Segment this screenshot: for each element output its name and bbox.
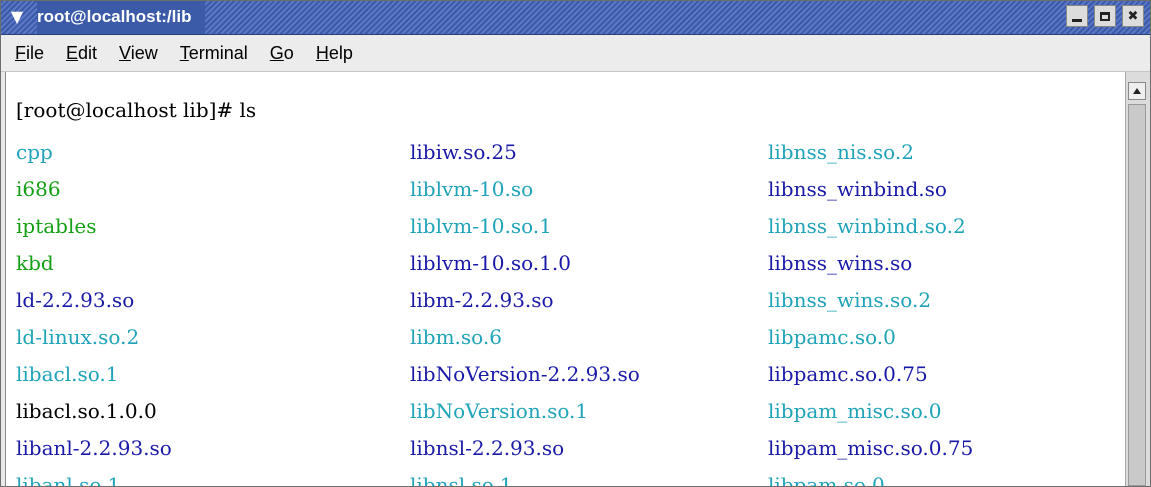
listing-entry: liblvm-10.so.1 [410, 214, 552, 238]
menu-bar: File Edit View Terminal Go Help [1, 35, 1150, 72]
menu-go-label: o [283, 42, 294, 63]
menu-terminal[interactable]: Terminal [180, 43, 248, 64]
listing-entry: libpamc.so.0.75 [768, 362, 928, 386]
vertical-scrollbar[interactable] [1125, 72, 1150, 486]
menu-edit[interactable]: Edit [66, 43, 97, 64]
listing-entry: liblvm-10.so.1.0 [410, 251, 571, 275]
listing-entry: libacl.so.1 [16, 362, 119, 386]
menu-edit-mnemonic: E [66, 42, 79, 63]
listing-entry: ld-linux.so.2 [16, 325, 140, 349]
window-title: root@localhost:/lib [37, 1, 206, 34]
listing-entry: libanl.so.1 [16, 473, 121, 486]
listing-entry: libnss_wins.so [768, 251, 913, 275]
listing-entry: libanl-2.2.93.so [16, 436, 172, 460]
listing-entry: libnss_winbind.so.2 [768, 214, 966, 238]
listing-entry: liblvm-10.so [410, 177, 534, 201]
scroll-up-arrow-icon[interactable] [1128, 82, 1146, 100]
menu-go[interactable]: Go [270, 43, 294, 64]
minimize-icon[interactable] [1066, 5, 1088, 27]
listing-entry: libm-2.2.93.so [410, 288, 554, 312]
listing-entry: cpp [16, 140, 53, 164]
listing-entry: i686 [16, 177, 61, 201]
listing-entry: libpamc.so.0 [768, 325, 896, 349]
terminal-output[interactable]: [root@localhost lib]# ls cpp i686 iptables… [5, 72, 1126, 486]
menu-view-mnemonic: V [119, 42, 131, 63]
menu-edit-label: dit [78, 42, 98, 63]
listing-entry: ld-2.2.93.so [16, 288, 135, 312]
listing-entry: iptables [16, 214, 97, 238]
listing-entry: libpam.so.0 [768, 473, 885, 486]
listing-column-1: cpp i686 iptables kbd ld-2.2.93.so ld-linux.s… [16, 134, 172, 486]
menu-file-label: ile [26, 42, 45, 63]
listing-column-2: libiw.so.25 liblvm-10.so liblvm-10.so.1 lib… [410, 134, 640, 486]
listing-entry: libiw.so.25 [410, 140, 517, 164]
menu-help[interactable]: Help [316, 43, 353, 64]
shell-prompt: [root@localhost lib]# ls [16, 98, 257, 122]
menu-terminal-mnemonic: T [179, 42, 189, 63]
menu-file[interactable]: File [15, 43, 44, 64]
terminal-window: ▼ root@localhost:/lib ✖ File Edit View T… [0, 0, 1151, 487]
menu-help-mnemonic: H [315, 42, 329, 63]
title-bar[interactable]: ▼ root@localhost:/lib ✖ [1, 1, 1150, 35]
listing-column-3: libnss_nis.so.2 libnss_winbind.so libnss_w… [768, 134, 973, 486]
window-controls: ✖ [1066, 5, 1144, 27]
listing-entry: libNoVersion-2.2.93.so [410, 362, 640, 386]
maximize-icon[interactable] [1094, 5, 1116, 27]
listing-entry: libacl.so.1.0.0 [16, 399, 157, 423]
listing-entry: libnss_winbind.so [768, 177, 947, 201]
scrollbar-thumb[interactable] [1128, 104, 1146, 486]
menu-terminal-label: erminal [188, 42, 248, 63]
listing-entry: libm.so.6 [410, 325, 502, 349]
listing-entry: libpam_misc.so.0.75 [768, 436, 974, 460]
listing-entry: libnss_wins.so.2 [768, 288, 932, 312]
listing-entry: libNoVersion.so.1 [410, 399, 589, 423]
listing-entry: kbd [16, 251, 54, 275]
listing-entry: libnss_nis.so.2 [768, 140, 914, 164]
menu-file-mnemonic: F [15, 42, 26, 63]
menu-help-label: elp [328, 42, 353, 63]
close-icon[interactable]: ✖ [1122, 5, 1144, 27]
chevron-down-icon[interactable]: ▼ [7, 7, 27, 27]
menu-view-label: iew [130, 42, 158, 63]
listing-entry: libpam_misc.so.0 [768, 399, 942, 423]
listing-entry: libnsl.so.1 [410, 473, 513, 486]
listing-entry: libnsl-2.2.93.so [410, 436, 565, 460]
menu-go-mnemonic: G [269, 42, 284, 63]
menu-view[interactable]: View [119, 43, 158, 64]
